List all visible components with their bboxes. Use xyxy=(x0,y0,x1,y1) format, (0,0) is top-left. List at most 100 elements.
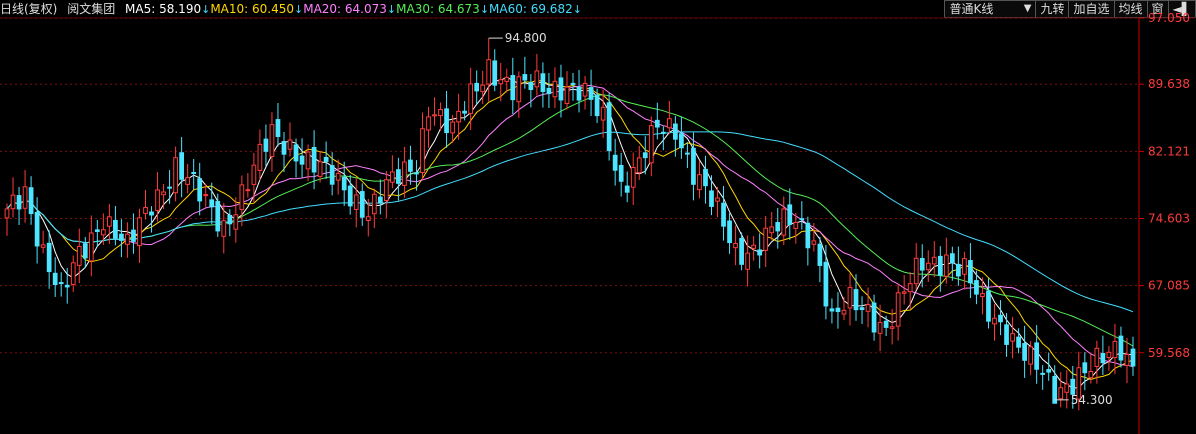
candle-body xyxy=(528,81,534,91)
candle-body xyxy=(721,202,726,227)
candle-body xyxy=(757,249,763,256)
candle-body xyxy=(1124,353,1130,366)
candle-body xyxy=(600,106,606,121)
candle-body xyxy=(697,174,702,191)
candle-body xyxy=(474,82,480,92)
candle-body xyxy=(974,280,979,295)
candle-body xyxy=(847,286,853,309)
candle-body xyxy=(1046,369,1052,373)
candle-body xyxy=(131,229,136,242)
candle-body xyxy=(962,258,967,275)
candle-body xyxy=(293,144,299,162)
candle-body xyxy=(630,167,636,188)
candle-body xyxy=(835,307,841,312)
candle-body xyxy=(203,194,209,197)
candle-body xyxy=(624,185,630,193)
candle-body xyxy=(588,87,594,100)
candle-body xyxy=(426,116,431,131)
candle-body xyxy=(191,171,197,175)
candle-body xyxy=(281,141,287,155)
candle-body xyxy=(829,308,835,312)
candle-body xyxy=(353,194,359,210)
candle-body xyxy=(937,255,943,276)
ma-line-ma30 xyxy=(6,94,1134,347)
y-tick-label: 74.603 xyxy=(1148,211,1190,225)
candle-body xyxy=(173,157,178,194)
candle-body xyxy=(46,242,52,273)
candle-body xyxy=(486,59,492,85)
candle-body xyxy=(968,260,973,284)
candle-body xyxy=(751,244,757,249)
candle-body xyxy=(504,76,510,82)
candle-body xyxy=(1052,375,1058,404)
candle-body xyxy=(432,114,437,117)
candle-body xyxy=(673,123,678,140)
candle-body xyxy=(763,227,769,251)
candle-body xyxy=(390,171,395,183)
candle-body xyxy=(510,75,516,101)
candle-body xyxy=(745,252,750,270)
candle-body xyxy=(679,133,684,149)
candle-body xyxy=(883,320,889,328)
candle-body xyxy=(618,164,624,182)
candle-body xyxy=(107,216,112,227)
candle-body xyxy=(739,237,744,265)
candle-body xyxy=(311,146,317,173)
candle-body xyxy=(1028,346,1033,365)
candle-body xyxy=(263,138,269,152)
candle-body xyxy=(1118,335,1124,361)
candle-body xyxy=(480,84,486,93)
candle-body xyxy=(185,177,191,185)
candle-body xyxy=(727,220,732,244)
candle-body xyxy=(1130,348,1136,367)
candle-body xyxy=(865,304,871,312)
candle-body xyxy=(34,211,40,247)
candle-body xyxy=(52,272,58,286)
candle-body xyxy=(359,191,365,218)
candle-body xyxy=(787,204,793,225)
candle-body xyxy=(703,168,708,187)
candle-body xyxy=(992,317,997,325)
candle-body xyxy=(534,70,540,88)
candle-body xyxy=(612,154,618,171)
candle-body xyxy=(715,197,720,202)
candle-body xyxy=(841,309,847,315)
candle-body xyxy=(660,131,666,134)
candle-body xyxy=(257,143,263,171)
candle-body xyxy=(221,220,227,237)
y-tick-label: 97.050 xyxy=(1148,11,1190,25)
candle-body xyxy=(269,124,275,158)
candle-body xyxy=(209,199,215,208)
candle-body xyxy=(901,291,907,294)
candle-body xyxy=(907,283,913,293)
candle-body xyxy=(654,119,660,128)
candle-body xyxy=(10,194,16,210)
candle-body xyxy=(155,189,160,211)
candle-body xyxy=(113,219,118,239)
candle-body xyxy=(642,152,648,159)
candle-body xyxy=(341,176,347,191)
ma-line-ma5 xyxy=(6,76,1134,389)
candle-body xyxy=(167,186,172,189)
candle-body xyxy=(88,232,94,262)
candle-body xyxy=(414,172,419,175)
y-tick-label: 82.121 xyxy=(1148,144,1190,158)
candle-body xyxy=(251,164,257,185)
y-tick-label: 89.638 xyxy=(1148,77,1190,91)
candle-body xyxy=(666,118,672,129)
candle-body xyxy=(82,243,88,259)
candle-body xyxy=(943,254,949,277)
candle-body xyxy=(594,94,600,117)
candle-body xyxy=(889,326,895,329)
candle-body xyxy=(1082,362,1088,374)
candle-body xyxy=(685,152,690,155)
candle-body xyxy=(64,284,70,288)
candle-body xyxy=(781,208,787,236)
candle-body xyxy=(799,218,805,221)
candle-body xyxy=(4,208,10,219)
candle-body xyxy=(227,214,233,225)
candlestick-chart: 97.050 89.638 82.121 74.603 67.085 59.568 94.8… xyxy=(0,11,1196,434)
candle-body xyxy=(492,60,498,86)
candle-body xyxy=(1004,324,1009,345)
candle-body xyxy=(1034,342,1040,370)
